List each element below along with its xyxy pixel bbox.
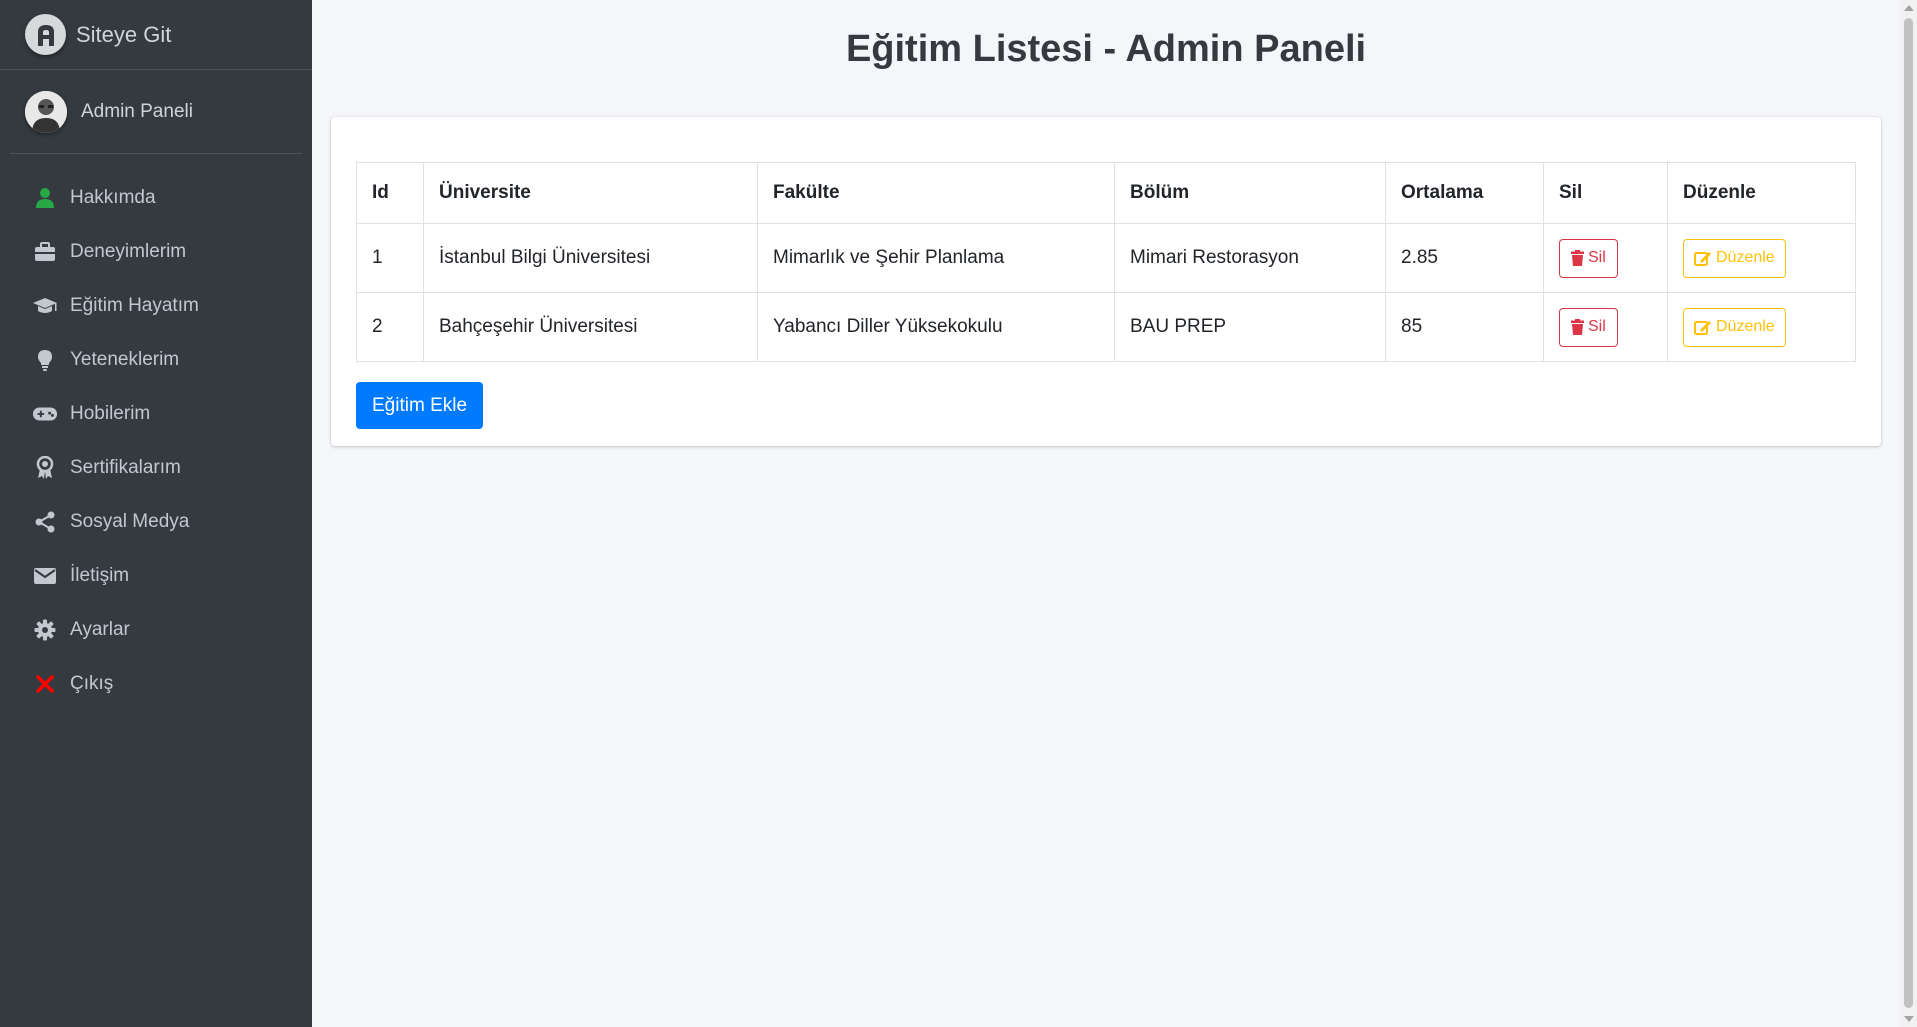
sidebar-item-label: Çıkış	[70, 673, 114, 694]
edit-button-label: Düzenle	[1716, 318, 1775, 335]
brand-link[interactable]: Siteye Git	[0, 0, 312, 70]
sidebar-item-label: Ayarlar	[70, 619, 130, 640]
column-header: Fakülte	[757, 162, 1115, 224]
share-icon	[32, 510, 58, 534]
sidebar-item-cikis[interactable]: Çıkış	[0, 657, 312, 711]
user-name: Admin Paneli	[81, 100, 193, 122]
gear-icon	[32, 618, 58, 642]
sidebar-item-sertifikalarim[interactable]: Sertifikalarım	[0, 441, 312, 495]
cell-sil: Sil	[1543, 292, 1668, 362]
sidebar-item-hakkimda[interactable]: Hakkımda	[0, 171, 312, 225]
sidebar-item-ayarlar[interactable]: Ayarlar	[0, 603, 312, 657]
brand-logo-icon	[25, 14, 66, 55]
award-icon	[32, 456, 58, 480]
vertical-scrollbar[interactable]	[1900, 0, 1917, 1027]
column-header: Bölüm	[1114, 162, 1386, 224]
cell-duzenle: Düzenle	[1667, 223, 1856, 293]
scroll-thumb[interactable]	[1904, 18, 1913, 1008]
edit-icon	[1694, 250, 1712, 266]
user-panel[interactable]: Admin Paneli	[10, 70, 302, 154]
cell-id: 2	[356, 292, 424, 362]
table-row: 2 Bahçeşehir Üniversitesi Yabancı Diller…	[356, 292, 1856, 362]
sidebar-nav: Hakkımda Deneyimlerim Eğitim Hayatım Yet…	[0, 154, 312, 711]
sidebar-item-label: Deneyimlerim	[70, 241, 187, 262]
sidebar-item-deneyimlerim[interactable]: Deneyimlerim	[0, 225, 312, 279]
delete-button[interactable]: Sil	[1559, 307, 1618, 347]
edit-button-label: Düzenle	[1716, 249, 1775, 266]
cell-sil: Sil	[1543, 223, 1668, 293]
sidebar-item-yeteneklerim[interactable]: Yeteneklerim	[0, 333, 312, 387]
delete-button-label: Sil	[1588, 249, 1606, 266]
column-header: Üniversite	[423, 162, 758, 224]
sidebar-item-label: Eğitim Hayatım	[70, 295, 199, 316]
scroll-up-arrow-icon[interactable]	[1904, 5, 1914, 11]
sidebar-item-label: İletişim	[70, 565, 130, 586]
sidebar: Siteye Git Admin Paneli Hakkımda Deneyim	[0, 0, 312, 1027]
edit-button[interactable]: Düzenle	[1683, 307, 1786, 347]
graduation-cap-icon	[32, 294, 58, 318]
sidebar-item-label: Hobilerim	[70, 403, 151, 424]
trash-icon	[1571, 319, 1584, 335]
cell-universite: İstanbul Bilgi Üniversitesi	[423, 223, 758, 293]
table-row: 1 İstanbul Bilgi Üniversitesi Mimarlık v…	[356, 223, 1856, 293]
cell-duzenle: Düzenle	[1667, 292, 1856, 362]
lightbulb-icon	[32, 348, 58, 372]
cell-ortalama: 2.85	[1385, 223, 1544, 293]
sidebar-item-label: Hakkımda	[70, 187, 156, 208]
close-icon	[32, 672, 58, 696]
gamepad-icon	[32, 402, 58, 426]
cell-bolum: Mimari Restorasyon	[1114, 223, 1386, 293]
column-header: Düzenle	[1667, 162, 1856, 224]
cell-bolum: BAU PREP	[1114, 292, 1386, 362]
column-header: Ortalama	[1385, 162, 1544, 224]
brand-text: Siteye Git	[76, 21, 172, 47]
sidebar-item-egitim[interactable]: Eğitim Hayatım	[0, 279, 312, 333]
cell-universite: Bahçeşehir Üniversitesi	[423, 292, 758, 362]
cell-fakulte: Yabancı Diller Yüksekokulu	[757, 292, 1115, 362]
sidebar-item-hobilerim[interactable]: Hobilerim	[0, 387, 312, 441]
education-card: Id Üniversite Fakülte Bölüm Ortalama Sil…	[331, 117, 1881, 446]
edit-icon	[1694, 319, 1712, 335]
user-icon	[32, 186, 58, 210]
table-header-row: Id Üniversite Fakülte Bölüm Ortalama Sil…	[356, 162, 1856, 224]
page-title: Eğitim Listesi - Admin Paneli	[845, 28, 1367, 70]
add-education-button[interactable]: Eğitim Ekle	[356, 382, 484, 429]
briefcase-icon	[32, 240, 58, 264]
education-table: Id Üniversite Fakülte Bölüm Ortalama Sil…	[356, 162, 1856, 362]
cell-id: 1	[356, 223, 424, 293]
sidebar-item-label: Sosyal Medya	[70, 511, 190, 532]
sidebar-item-iletisim[interactable]: İletişim	[0, 549, 312, 603]
sidebar-item-label: Sertifikalarım	[70, 457, 181, 478]
cell-fakulte: Mimarlık ve Şehir Planlama	[757, 223, 1115, 293]
delete-button[interactable]: Sil	[1559, 238, 1618, 278]
main-content: Eğitim Listesi - Admin Paneli Id Ünivers…	[312, 0, 1900, 1027]
column-header: Id	[356, 162, 424, 224]
delete-button-label: Sil	[1588, 318, 1606, 335]
column-header: Sil	[1543, 162, 1668, 224]
cell-ortalama: 85	[1385, 292, 1544, 362]
sidebar-item-sosyal-medya[interactable]: Sosyal Medya	[0, 495, 312, 549]
scroll-down-arrow-icon[interactable]	[1904, 1016, 1914, 1022]
envelope-icon	[32, 564, 58, 588]
sidebar-item-label: Yeteneklerim	[70, 349, 180, 370]
trash-icon	[1571, 250, 1584, 266]
avatar	[25, 90, 67, 133]
edit-button[interactable]: Düzenle	[1683, 238, 1786, 278]
